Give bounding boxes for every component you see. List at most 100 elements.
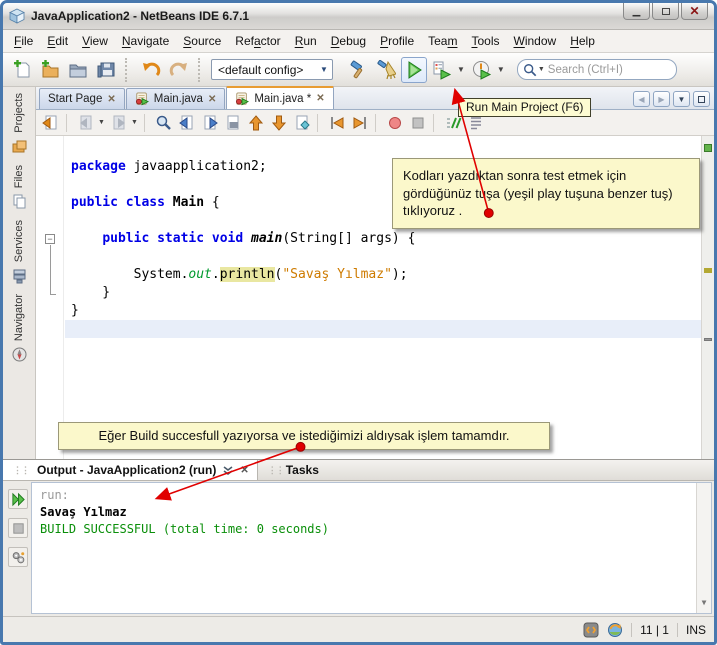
menu-team[interactable]: Team [421,31,464,51]
menu-edit[interactable]: Edit [40,31,75,51]
rerun-button[interactable] [8,489,28,509]
editor-tab-main-java-[interactable]: Main.java *✕ [226,86,333,109]
minimize-window-icon[interactable] [222,464,234,476]
update-center-icon[interactable] [607,622,623,638]
redo-button[interactable] [166,57,192,83]
search-box[interactable]: ▼ [517,59,677,80]
code-line[interactable] [65,248,701,266]
scroll-tabs-right-button[interactable]: ▶ [653,91,670,107]
clean-build-button[interactable] [373,57,399,83]
search-input[interactable] [548,64,668,76]
profile-project-button[interactable] [469,57,495,83]
ant-settings-button[interactable] [8,547,28,567]
editor-toolbar: ▼▼ [36,110,714,136]
sidebar-tab-files[interactable]: Files [11,165,28,210]
output-scrollbar[interactable]: ▼ [696,483,711,613]
tab-list-dropdown-button[interactable]: ▼ [673,91,690,107]
navigator-icon [11,346,28,363]
code-line[interactable]: } [65,302,701,320]
menu-view[interactable]: View [75,31,115,51]
open-project-button[interactable] [65,57,91,83]
code-fold-toggle[interactable]: − [45,234,55,244]
sidebar-tab-services[interactable]: Services [11,220,28,284]
code-line[interactable]: System.out.println("Savaş Yılmaz"); [65,266,701,284]
sidebar-tab-projects[interactable]: Projects [11,93,28,155]
back-dropdown-icon[interactable]: ▼ [98,119,105,126]
error-stripe[interactable] [701,136,714,459]
forward-dropdown-icon[interactable]: ▼ [131,119,138,126]
code-line[interactable]: public static void main(String[] args) { [65,230,701,248]
menu-debug[interactable]: Debug [324,31,373,51]
maximize-editor-button[interactable] [693,91,710,107]
highlight-button[interactable] [222,112,244,134]
forward-button[interactable] [108,112,130,134]
shift-left-icon [328,114,346,132]
caret-position-indicator: 11 | 1 [640,623,669,637]
last-edit-button[interactable] [40,112,62,134]
menu-source[interactable]: Source [176,31,228,51]
output-tab-bar: ⋮⋮ Output - JavaApplication2 (run) ✕ ⋮⋮ … [3,460,714,481]
editor-tab-start-page[interactable]: Start Page ✕ [39,88,125,109]
statusbar-separator [677,623,678,637]
menu-tools[interactable]: Tools [464,31,506,51]
output-tab[interactable]: ⋮⋮ Output - JavaApplication2 (run) ✕ [3,460,258,480]
code-folding-status-icon[interactable] [583,622,599,638]
menu-refactor[interactable]: Refactor [228,31,287,51]
save-all-button[interactable] [93,57,119,83]
next-bookmark-button[interactable] [268,112,290,134]
output-console[interactable]: run:Savaş YılmazBUILD SUCCESSFUL (total … [31,482,712,614]
close-tab-icon[interactable]: ✕ [107,94,115,105]
editor-tab-label: Start Page [48,93,102,105]
scroll-tabs-left-button[interactable]: ◀ [633,91,650,107]
build-project-button[interactable] [345,57,371,83]
new-project-button[interactable] [37,57,63,83]
error-stripe-ok-mark [704,144,712,152]
error-stripe-occurrence-mark [704,268,712,273]
menu-help[interactable]: Help [563,31,602,51]
search-dropdown-icon[interactable]: ▼ [538,66,545,73]
record-macro-button[interactable] [384,112,406,134]
code-line[interactable] [65,140,701,158]
code-token [243,231,251,246]
menu-profile[interactable]: Profile [373,31,421,51]
menu-navigate[interactable]: Navigate [115,31,176,51]
close-tab-icon[interactable]: ✕ [208,94,216,105]
undo-button[interactable] [138,57,164,83]
find-next-button[interactable] [199,112,221,134]
toolbar-separator [198,58,205,82]
profile-dropdown-icon[interactable]: ▼ [497,65,505,74]
stop-build-button[interactable] [8,518,28,538]
menu-file[interactable]: File [7,31,40,51]
menu-run[interactable]: Run [288,31,324,51]
run-project-button[interactable] [401,57,427,83]
code-line[interactable]: } [65,284,701,302]
minimize-button[interactable]: ▁ [623,3,650,20]
debug-project-button[interactable] [429,57,455,83]
code-token: System. [71,267,188,282]
scroll-down-icon[interactable]: ▼ [697,594,711,611]
config-combobox[interactable]: <default config> ▼ [211,59,333,80]
close-tab-icon[interactable]: ✕ [316,93,324,104]
toggle-bookmark-button[interactable] [291,112,313,134]
shift-left-button[interactable] [326,112,348,134]
close-output-icon[interactable]: ✕ [240,465,248,476]
prev-bookmark-button[interactable] [245,112,267,134]
sidebar-tab-navigator[interactable]: Navigator [11,294,28,363]
editor-tab-main-java[interactable]: Main.java✕ [126,88,226,109]
profile-icon [472,60,492,80]
debug-dropdown-icon[interactable]: ▼ [457,65,465,74]
output-line: Savaş Yılmaz [40,504,691,521]
close-button[interactable]: ✕ [681,3,708,20]
back-button[interactable] [75,112,97,134]
stop-macro-button[interactable] [407,112,429,134]
tasks-tab[interactable]: ⋮⋮ Tasks [258,460,329,480]
code-line[interactable] [65,320,701,338]
new-file-button[interactable] [9,57,35,83]
toolbar-separator [66,114,71,132]
maximize-button[interactable] [652,3,679,20]
find-button[interactable] [153,112,175,134]
find-prev-button[interactable] [176,112,198,134]
menu-window[interactable]: Window [507,31,564,51]
stop-macro-icon [409,114,427,132]
shift-right-button[interactable] [349,112,371,134]
